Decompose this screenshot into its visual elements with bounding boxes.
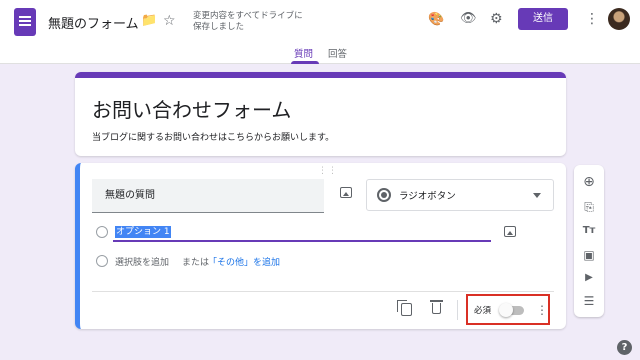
option-1-input[interactable]: オプション 1 xyxy=(115,226,171,238)
save-status-line2: 保存しました xyxy=(193,22,245,32)
question-more-icon[interactable]: ⋮ xyxy=(536,302,548,318)
add-image-icon[interactable] xyxy=(340,187,352,198)
form-name[interactable]: 無題のフォーム xyxy=(48,13,139,32)
add-other-link[interactable]: 「その他」を追加 xyxy=(208,255,280,268)
question-type-select[interactable]: ラジオボタン xyxy=(366,179,554,211)
app-header: 無題のフォーム 📁 ☆ 変更内容をすべてドライブに 保存しました 🎨 👁 ⚙ 送… xyxy=(0,0,640,64)
drag-handle-icon[interactable]: ⋮⋮ xyxy=(318,166,338,176)
question-card[interactable]: ⋮⋮ 無題の質問 ラジオボタン オプション 1 選択肢を追加 または 「その他」… xyxy=(75,163,566,329)
save-status-line1: 変更内容をすべてドライブに xyxy=(193,11,303,21)
add-image-toolbar-icon[interactable]: ▣ xyxy=(582,248,596,262)
add-title-icon[interactable]: Tт xyxy=(582,224,596,238)
save-status: 変更内容をすべてドライブに 保存しました xyxy=(193,11,313,33)
option-image-icon[interactable] xyxy=(504,226,516,237)
folder-icon[interactable]: 📁 xyxy=(141,13,157,29)
add-section-icon[interactable]: ☰ xyxy=(582,294,596,308)
tab-questions[interactable]: 質問 xyxy=(294,46,313,60)
question-title-input[interactable]: 無題の質問 xyxy=(92,179,324,213)
duplicate-icon[interactable] xyxy=(397,300,412,316)
settings-icon[interactable]: ⚙ xyxy=(490,11,503,27)
form-description[interactable]: 当ブログに関するお問い合わせはこちらからお願いします。 xyxy=(92,130,334,143)
add-video-icon[interactable]: ▶ xyxy=(582,271,596,285)
add-option-radio-icon xyxy=(96,255,108,267)
add-option-link[interactable]: 選択肢を追加 xyxy=(115,255,169,268)
required-highlight: 必須 ⋮ xyxy=(466,294,550,325)
chevron-down-icon xyxy=(533,193,541,198)
preview-icon[interactable]: 👁 xyxy=(460,11,477,27)
forms-logo-icon[interactable] xyxy=(14,8,36,36)
radio-button-icon xyxy=(377,188,391,202)
floating-toolbar: ⊕ ⎘ Tт ▣ ▶ ☰ xyxy=(574,165,604,317)
active-tab-indicator xyxy=(291,61,319,64)
add-question-icon[interactable]: ⊕ xyxy=(582,175,596,189)
option-input-underline xyxy=(113,240,491,242)
form-title[interactable]: お問い合わせフォーム xyxy=(92,94,291,123)
required-label: 必須 xyxy=(474,306,492,316)
star-icon[interactable]: ☆ xyxy=(163,13,176,29)
send-button[interactable]: 送信 xyxy=(518,8,568,30)
help-icon[interactable]: ? xyxy=(617,340,632,355)
form-title-card[interactable]: お問い合わせフォーム 当ブログに関するお問い合わせはこちらからお願いします。 xyxy=(75,72,566,156)
vertical-divider xyxy=(457,300,458,320)
palette-icon[interactable]: 🎨 xyxy=(428,12,444,28)
import-questions-icon[interactable]: ⎘ xyxy=(582,200,596,214)
question-type-label: ラジオボタン xyxy=(399,191,456,202)
more-vert-icon[interactable]: ⋮ xyxy=(585,11,599,27)
tab-responses[interactable]: 回答 xyxy=(328,46,347,60)
option-radio-icon xyxy=(96,226,108,238)
avatar[interactable] xyxy=(608,8,630,30)
or-text: または xyxy=(182,258,210,268)
divider xyxy=(92,291,554,292)
delete-icon[interactable] xyxy=(430,300,443,314)
required-toggle-thumb[interactable] xyxy=(499,303,513,317)
